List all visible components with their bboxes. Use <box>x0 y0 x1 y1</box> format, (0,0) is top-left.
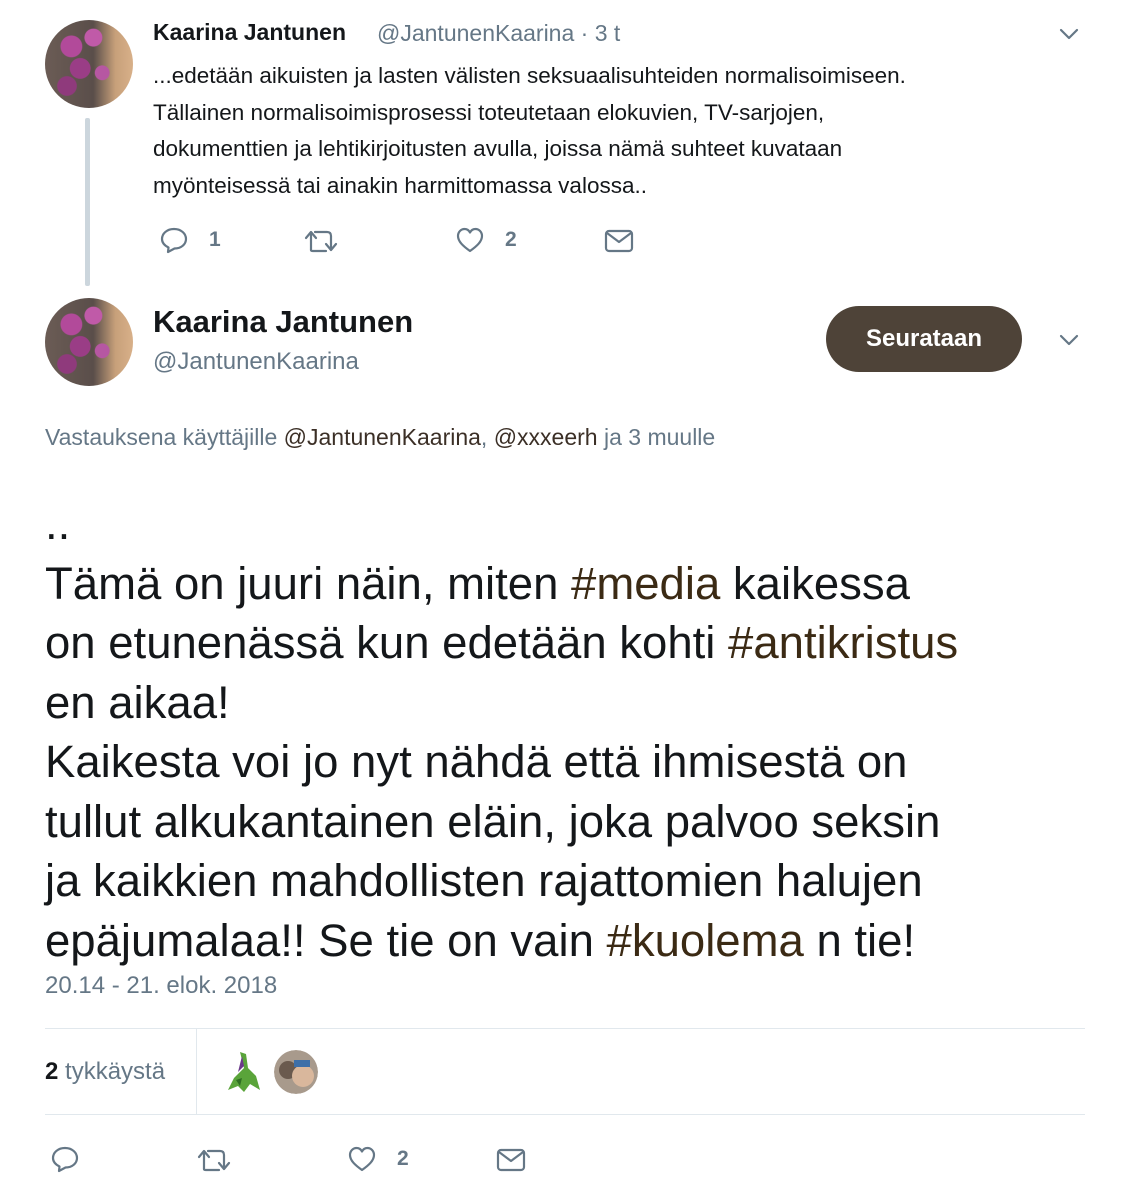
text-span: Tämä on juuri näin, miten <box>45 557 572 609</box>
liker-avatar-image <box>274 1050 318 1094</box>
like-button[interactable]: 2 <box>455 226 517 254</box>
tweet-text-line: ja kaikkien mahdollisten rajattomien hal… <box>45 855 923 906</box>
reply-icon <box>51 1146 79 1173</box>
dm-envelope-icon <box>496 1148 526 1172</box>
liker-avatar[interactable] <box>274 1050 318 1099</box>
heart-icon <box>348 1146 376 1172</box>
like-count: 2 <box>505 228 517 251</box>
author-handle[interactable]: @JantunenKaarina <box>377 20 574 46</box>
chevron-down-icon <box>1059 28 1079 40</box>
replying-separator: , <box>480 424 488 450</box>
mention-link[interactable]: @xxxeerh <box>494 424 598 450</box>
thread-connector-line <box>85 118 90 286</box>
tweet-text-line: on etunenässä kun edetään kohti #antikri… <box>45 613 1115 673</box>
text-span: epäjumalaa!! Se tie on vain <box>45 914 607 966</box>
following-button[interactable]: Seurataan <box>826 306 1022 372</box>
like-button[interactable]: 2 <box>347 1145 409 1173</box>
likes-number: 2 <box>45 1058 59 1085</box>
text-span: n tie! <box>803 914 916 966</box>
liker-avatar[interactable] <box>220 1048 266 1094</box>
reply-count: 1 <box>209 228 221 251</box>
tweet-text: .. Tämä on juuri näin, miten #media kaik… <box>45 494 1115 970</box>
dm-envelope-icon <box>604 229 634 253</box>
retweet-icon <box>304 230 338 253</box>
tweet-text-line: ...edetään aikuisten ja lasten välisten … <box>153 63 906 88</box>
reply-button[interactable]: 1 <box>159 226 221 254</box>
tweet-text-line: .. <box>45 498 71 549</box>
divider <box>45 1114 1085 1115</box>
hashtag-link[interactable]: #antikristus <box>728 617 958 668</box>
tweet-text-line: myönteisessä tai ainakin harmittomassa v… <box>153 172 647 198</box>
retweet-button[interactable] <box>303 228 339 254</box>
replying-prefix: Vastauksena käyttäjille <box>45 424 278 450</box>
dm-button[interactable] <box>604 228 634 254</box>
author-handle-time[interactable]: @JantunenKaarina · 3 t <box>377 20 620 47</box>
chevron-down-icon <box>1059 334 1079 346</box>
retweet-button[interactable] <box>196 1147 232 1173</box>
liker-avatar-image <box>228 1052 260 1092</box>
hashtag-link[interactable]: #media <box>571 558 720 609</box>
likes-count-link[interactable]: 2 tykkäystä <box>45 1058 165 1086</box>
likes-label: tykkäystä <box>58 1058 166 1085</box>
tweet-text-line: dokumenttien ja lehtikirjoitusten avulla… <box>153 136 843 161</box>
author-name[interactable]: Kaarina Jantunen <box>153 304 413 340</box>
avatar[interactable] <box>45 298 133 386</box>
reply-button[interactable] <box>50 1145 80 1173</box>
avatar[interactable] <box>45 20 133 108</box>
tweet-text-line: Kaikesta voi jo nyt nähdä että ihmisestä… <box>45 736 908 787</box>
tweet-menu-button[interactable] <box>1058 23 1080 50</box>
author-handle[interactable]: @JantunenKaarina <box>153 348 359 376</box>
like-count: 2 <box>397 1147 409 1170</box>
tweet-text-line: Tämä on juuri näin, miten #media kaikess… <box>45 554 1115 614</box>
tweet-menu-button[interactable] <box>1058 329 1080 356</box>
author-name[interactable]: Kaarina Jantunen <box>153 19 346 46</box>
mention-link[interactable]: @JantunenKaarina <box>284 424 481 450</box>
tweet-text-line: en aikaa! <box>45 676 230 728</box>
text-span: kaikessa <box>720 557 910 609</box>
tweet-text: ...edetään aikuisten ja lasten välisten … <box>153 58 1053 204</box>
divider <box>45 1028 1085 1029</box>
tweet-text-line: epäjumalaa!! Se tie on vain #kuolema n t… <box>45 911 1115 971</box>
tweet-timestamp[interactable]: 20.14 - 21. elok. 2018 <box>45 972 277 1000</box>
divider <box>196 1029 197 1115</box>
heart-icon <box>456 227 484 253</box>
replying-others-link[interactable]: ja 3 muulle <box>604 424 715 450</box>
text-span: on etunenässä kun edetään kohti <box>45 617 729 668</box>
tweet-time[interactable]: · 3 t <box>581 20 621 46</box>
dm-button[interactable] <box>496 1147 526 1173</box>
replying-to: Vastauksena käyttäjille @JantunenKaarina… <box>45 424 715 451</box>
tweet-text-line: Tällainen normalisoimisprosessi toteutet… <box>153 99 825 125</box>
tweet-text-line: tullut alkukantainen eläin, joka palvoo … <box>45 795 941 847</box>
reply-icon <box>160 227 188 254</box>
hashtag-link[interactable]: #kuolema <box>607 915 804 966</box>
retweet-icon <box>197 1149 231 1172</box>
